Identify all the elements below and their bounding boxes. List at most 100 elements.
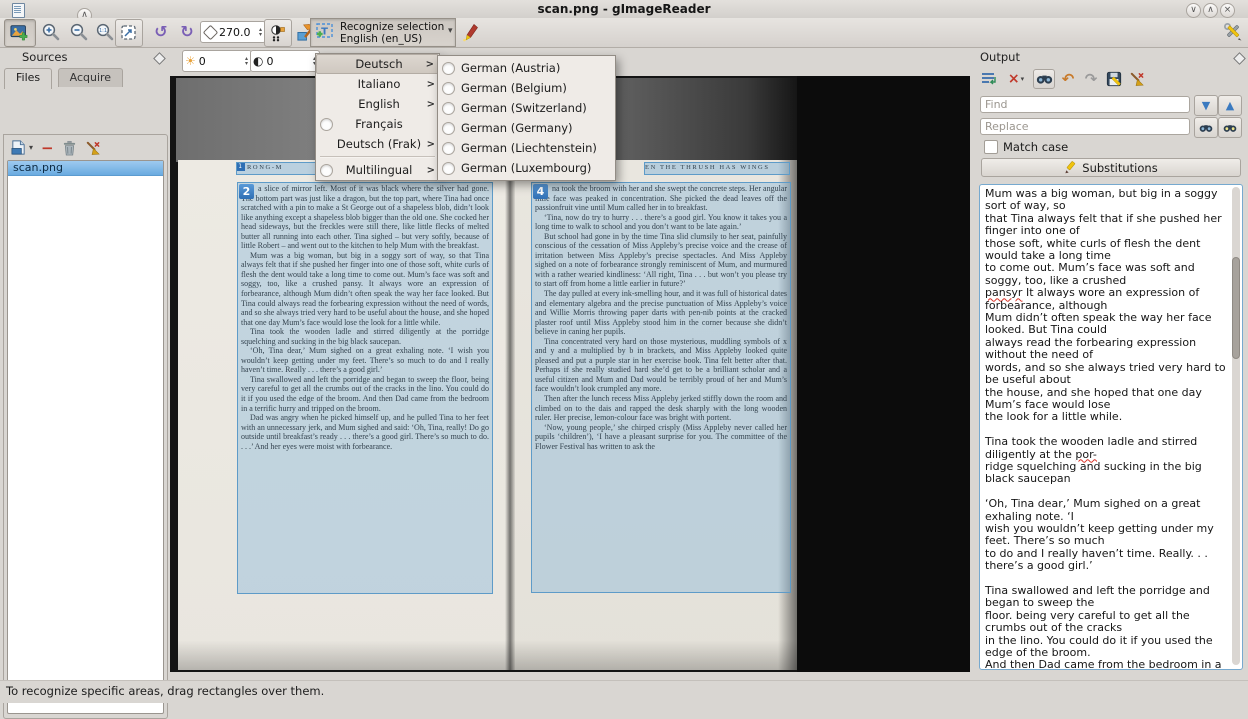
display-options-button[interactable]: [264, 19, 292, 47]
zoom-out-icon: [69, 22, 89, 42]
window-minimize-button[interactable]: ∨: [1186, 3, 1201, 18]
brightness-value: 0: [196, 55, 244, 68]
rotation-spinbox[interactable]: 270.0 ▴ ▾: [200, 21, 266, 43]
file-row-scan-png[interactable]: scan.png: [8, 161, 163, 176]
output-scrollbar[interactable]: [1232, 187, 1240, 665]
zoom-out-button[interactable]: [66, 19, 92, 45]
radio-icon: [442, 62, 455, 75]
radio-icon: [320, 164, 333, 177]
book-paragraph: Tina took the wooden ladle and stirred d…: [241, 327, 489, 346]
recognize-button[interactable]: T Recognize selection English (en_US): [310, 18, 456, 47]
highlight-mode-button[interactable]: [458, 19, 482, 45]
header-left-text: RONG-M: [247, 164, 283, 171]
clear-files-button[interactable]: [85, 140, 101, 156]
chevron-down-icon: ▾: [448, 26, 453, 36]
menu-item-label: German (Switzerland): [455, 101, 611, 115]
menu-item-german-belgium[interactable]: German (Belgium): [438, 78, 615, 98]
book-paragraph: Tina swallowed and left the porridge and…: [241, 375, 489, 413]
menu-item-german-germany[interactable]: German (Germany): [438, 118, 615, 138]
menu-item-english[interactable]: English >: [316, 94, 439, 114]
add-image-icon: [10, 23, 30, 43]
add-images-button[interactable]: [4, 19, 36, 47]
binoculars-icon: [1199, 123, 1213, 133]
window-close-button[interactable]: ×: [1220, 3, 1235, 18]
replace-all-button[interactable]: [1218, 117, 1242, 138]
tab-acquire[interactable]: Acquire: [58, 68, 123, 87]
menu-item-german-liechtenstein[interactable]: German (Liechtenstein): [438, 138, 615, 158]
sources-float-icon[interactable]: [153, 52, 166, 65]
photo-dark-edge: [797, 76, 970, 672]
german-variant-submenu: German (Austria) German (Belgium) German…: [437, 55, 616, 181]
brightness-spinbox[interactable]: ☀ 0 ▴ ▾: [182, 50, 252, 72]
contrast-spinbox[interactable]: ◐ 0 ▴ ▾: [250, 50, 320, 72]
sources-title: Sources: [22, 50, 68, 64]
match-case-checkbox[interactable]: [984, 140, 998, 154]
find-input[interactable]: [980, 96, 1190, 113]
rotate-right-button[interactable]: ↻: [175, 19, 199, 45]
replace-button[interactable]: [1194, 117, 1218, 138]
menu-item-deutsch-frak[interactable]: Deutsch (Frak) >: [316, 134, 439, 154]
output-float-icon[interactable]: [1233, 52, 1246, 65]
menu-item-francais[interactable]: Français: [316, 114, 439, 134]
book-gutter: [505, 160, 515, 670]
ocr-region-header-right[interactable]: EN THE THRUSH HAS WINGS: [644, 162, 790, 175]
book-paragraph: Dad was angry when he picked himself up,…: [241, 413, 489, 451]
clear-output-button[interactable]: [1127, 70, 1147, 88]
ocr-region-right-page[interactable]: 4 na took the broom with her and she swe…: [531, 182, 791, 593]
rotate-left-button[interactable]: ↺: [149, 19, 173, 45]
zoom-in-button[interactable]: [38, 19, 64, 45]
find-prev-button[interactable]: ▲: [1218, 95, 1242, 116]
output-title: Output: [980, 50, 1020, 64]
display-options-icon: [269, 24, 287, 42]
submenu-arrow-icon: >: [425, 99, 435, 110]
save-output-button[interactable]: [1104, 70, 1124, 88]
undo-button[interactable]: ↶: [1058, 70, 1078, 88]
sources-toolbar: ▾ −: [10, 139, 101, 156]
scrollbar-thumb[interactable]: [1232, 257, 1240, 359]
replace-input[interactable]: [980, 118, 1190, 135]
app-icon: [12, 3, 25, 18]
arrow-up-icon: ▲: [1226, 100, 1234, 111]
save-icon: [1106, 71, 1122, 87]
remove-file-button[interactable]: −: [41, 141, 54, 155]
broom-icon: [1129, 71, 1145, 87]
menu-item-deutsch[interactable]: Deutsch >: [316, 54, 439, 74]
brightness-spinner[interactable]: ▴ ▾: [244, 56, 249, 66]
ocr-region-left-page[interactable]: 2 a slice of mirror left. Most of it was…: [237, 182, 493, 594]
radio-icon: [442, 82, 455, 95]
menu-item-multilingual[interactable]: Multilingual >: [316, 160, 439, 180]
status-message: To recognize specific areas, drag rectan…: [6, 684, 324, 698]
book-paragraph: But school had gone in by the time Tina …: [535, 232, 787, 289]
substitutions-button[interactable]: Substitutions: [981, 158, 1241, 177]
menu-item-italiano[interactable]: Italiano >: [316, 74, 439, 94]
rotation-spinner[interactable]: ▴ ▾: [258, 27, 263, 37]
window-maximize-button[interactable]: ∧: [1203, 3, 1218, 18]
book-paragraph: Mum was a big woman, but big in a soggy …: [241, 251, 489, 327]
delete-file-button[interactable]: [62, 140, 77, 156]
recognize-dropdown-button[interactable]: ▾: [448, 26, 453, 36]
menu-item-label: German (Belgium): [455, 81, 611, 95]
book-paragraph: ‘Now, young people,’ she chirped crisply…: [535, 423, 787, 452]
tab-files[interactable]: Files: [4, 68, 52, 89]
sources-panel: Sources Files Acquire ▾ −: [0, 47, 170, 672]
book-paragraph: na took the broom with her and she swept…: [535, 184, 787, 213]
trash-icon: [62, 140, 77, 156]
menu-item-german-austria[interactable]: German (Austria): [438, 58, 615, 78]
ocr-text-area[interactable]: Mum was a big woman, but big in a soggy …: [979, 184, 1243, 670]
minus-icon: −: [41, 139, 54, 157]
find-next-button[interactable]: ▼: [1194, 95, 1218, 116]
find-replace-toggle-button[interactable]: [1033, 69, 1055, 89]
settings-button[interactable]: [1220, 19, 1246, 45]
append-text-button[interactable]: [979, 70, 999, 88]
menu-item-german-luxembourg[interactable]: German (Luxembourg): [438, 158, 615, 178]
add-file-button[interactable]: ▾: [10, 139, 33, 156]
substitutions-label: Substitutions: [1082, 161, 1157, 175]
menu-item-label: Deutsch: [334, 57, 424, 71]
redo-button[interactable]: ↷: [1081, 70, 1101, 88]
recognize-mode: Recognize selection: [340, 21, 444, 33]
zoom-fit-button[interactable]: [115, 19, 143, 47]
menu-item-german-switzerland[interactable]: German (Switzerland): [438, 98, 615, 118]
strip-formatting-button[interactable]: × ▾: [1002, 70, 1030, 88]
spin-down-icon: ▾: [259, 32, 262, 37]
wrench-pencil-icon: [1223, 22, 1243, 42]
